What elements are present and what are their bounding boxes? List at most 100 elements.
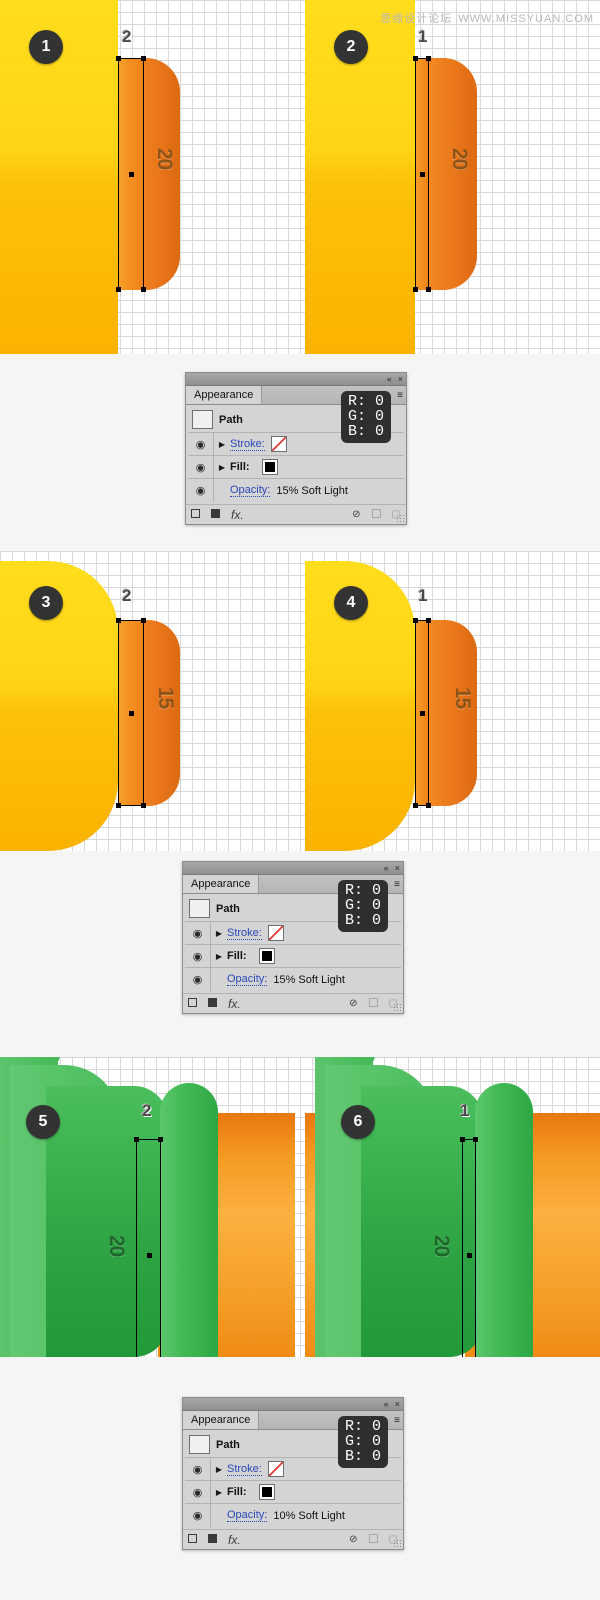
- collapse-icon[interactable]: «: [384, 863, 389, 873]
- collapse-icon[interactable]: «: [387, 374, 392, 384]
- opacity-label[interactable]: Opacity:: [230, 484, 271, 497]
- sel-anchor-center[interactable]: [129, 172, 134, 177]
- appearance-row-fill[interactable]: ◉ ▶ Fill:: [185, 1481, 401, 1504]
- eye-icon[interactable]: ◉: [185, 1504, 211, 1527]
- sel-anchor-bottom-left[interactable]: [116, 287, 121, 292]
- duplicate-item-icon[interactable]: [371, 508, 381, 521]
- duplicate-icon[interactable]: [208, 1533, 217, 1546]
- eye-icon[interactable]: ◉: [188, 456, 214, 478]
- tab-appearance[interactable]: Appearance: [186, 386, 263, 404]
- selection-bbox-1[interactable]: [116, 56, 146, 292]
- sel-anchor-top-left[interactable]: [116, 56, 121, 61]
- collapse-icon[interactable]: «: [384, 1399, 389, 1409]
- close-icon[interactable]: ×: [395, 1399, 400, 1409]
- opacity-label[interactable]: Opacity:: [227, 973, 268, 986]
- sel-anchor-top-right[interactable]: [141, 618, 146, 623]
- stroke-label[interactable]: Stroke:: [227, 927, 262, 940]
- clear-appearance-icon[interactable]: ⊘: [349, 1534, 357, 1545]
- sel-anchor-top-right[interactable]: [158, 1137, 163, 1142]
- duplicate-item-icon[interactable]: [368, 1533, 378, 1546]
- disclosure-triangle-icon[interactable]: ▶: [211, 1465, 227, 1474]
- sel-anchor-bottom-right[interactable]: [426, 287, 431, 292]
- eye-icon[interactable]: ◉: [185, 945, 211, 967]
- panel-titlebar[interactable]: « ×: [186, 373, 406, 386]
- eye-icon[interactable]: ◉: [185, 968, 211, 991]
- sel-anchor-center[interactable]: [467, 1252, 472, 1258]
- fx-icon[interactable]: fx.: [231, 509, 244, 521]
- eye-icon[interactable]: ◉: [185, 922, 211, 944]
- selection-bbox-3[interactable]: [116, 618, 146, 808]
- sel-anchor-center[interactable]: [420, 172, 425, 177]
- duplicate-item-icon[interactable]: [368, 997, 378, 1010]
- panel-resize-grip[interactable]: [396, 514, 405, 523]
- selection-bbox-4[interactable]: [413, 618, 431, 808]
- sel-anchor-bottom-right[interactable]: [141, 803, 146, 808]
- duplicate-icon[interactable]: [211, 508, 220, 521]
- tab-appearance[interactable]: Appearance: [183, 875, 260, 893]
- fill-swatch[interactable]: [261, 459, 278, 475]
- panel-menu-icon[interactable]: ≡: [397, 386, 406, 404]
- fill-swatch[interactable]: [258, 948, 275, 964]
- selection-bbox-5[interactable]: [134, 1137, 163, 1357]
- sel-anchor-bottom-left[interactable]: [413, 287, 418, 292]
- stroke-swatch[interactable]: [267, 1461, 284, 1477]
- sel-anchor-bottom-left[interactable]: [413, 803, 418, 808]
- eye-icon[interactable]: ◉: [188, 479, 214, 502]
- panel-titlebar[interactable]: « ×: [183, 862, 403, 875]
- disclosure-triangle-icon[interactable]: ▶: [214, 440, 230, 449]
- clear-appearance-icon[interactable]: ⊘: [349, 998, 357, 1009]
- sel-anchor-top-left[interactable]: [413, 618, 418, 623]
- sel-anchor-top-left[interactable]: [134, 1137, 139, 1142]
- sel-anchor-center[interactable]: [146, 1252, 152, 1258]
- appearance-row-opacity[interactable]: ◉ Opacity: 15% Soft Light: [188, 479, 404, 502]
- appearance-panel-2[interactable]: « × Appearance ≡ Path ◉ ▶ Stroke: ◉ ▶ Fi…: [182, 861, 404, 1014]
- panel-titlebar[interactable]: « ×: [183, 1398, 403, 1411]
- appearance-row-opacity[interactable]: ◉ Opacity: 15% Soft Light: [185, 968, 401, 991]
- stroke-swatch[interactable]: [270, 436, 287, 452]
- sel-anchor-top-left[interactable]: [413, 56, 418, 61]
- fill-swatch[interactable]: [258, 1484, 275, 1500]
- eye-icon[interactable]: ◉: [185, 1481, 211, 1503]
- panel-menu-icon[interactable]: ≡: [394, 1411, 403, 1429]
- opacity-label[interactable]: Opacity:: [227, 1509, 268, 1522]
- sel-anchor-top-right[interactable]: [426, 56, 431, 61]
- selection-bbox-6[interactable]: [460, 1137, 478, 1357]
- panel-resize-grip[interactable]: [393, 1539, 402, 1548]
- stroke-label[interactable]: Stroke:: [230, 438, 265, 451]
- stroke-label[interactable]: Stroke:: [227, 1463, 262, 1476]
- sel-anchor-bottom-right[interactable]: [141, 287, 146, 292]
- close-icon[interactable]: ×: [395, 863, 400, 873]
- sel-anchor-center[interactable]: [420, 711, 425, 716]
- disclosure-triangle-icon[interactable]: ▶: [211, 952, 227, 961]
- clear-appearance-icon[interactable]: ⊘: [352, 509, 360, 520]
- sel-anchor-bottom-right[interactable]: [426, 803, 431, 808]
- panel-menu-icon[interactable]: ≡: [394, 875, 403, 893]
- sel-anchor-top-left[interactable]: [116, 618, 121, 623]
- selection-bbox-2[interactable]: [413, 56, 431, 292]
- sel-anchor-center[interactable]: [129, 711, 134, 716]
- panel-resize-grip[interactable]: [393, 1003, 402, 1012]
- appearance-row-fill[interactable]: ◉ ▶ Fill:: [188, 456, 404, 479]
- eye-icon[interactable]: ◉: [185, 1458, 211, 1480]
- fx-icon[interactable]: fx.: [228, 1534, 241, 1546]
- new-art-icon[interactable]: [188, 997, 197, 1010]
- sel-anchor-top-left[interactable]: [460, 1137, 465, 1142]
- new-art-icon[interactable]: [191, 508, 200, 521]
- appearance-row-fill[interactable]: ◉ ▶ Fill:: [185, 945, 401, 968]
- appearance-row-opacity[interactable]: ◉ Opacity: 10% Soft Light: [185, 1504, 401, 1527]
- sel-anchor-top-right[interactable]: [473, 1137, 478, 1142]
- stroke-swatch[interactable]: [267, 925, 284, 941]
- disclosure-triangle-icon[interactable]: ▶: [214, 463, 230, 472]
- appearance-panel-3[interactable]: « × Appearance ≡ Path ◉ ▶ Stroke: ◉ ▶ Fi…: [182, 1397, 404, 1550]
- disclosure-triangle-icon[interactable]: ▶: [211, 929, 227, 938]
- appearance-panel-1[interactable]: « × Appearance ≡ Path ◉ ▶ Stroke: ◉ ▶ Fi…: [185, 372, 407, 525]
- duplicate-icon[interactable]: [208, 997, 217, 1010]
- sel-anchor-bottom-left[interactable]: [116, 803, 121, 808]
- eye-icon[interactable]: ◉: [188, 433, 214, 455]
- tab-appearance[interactable]: Appearance: [183, 1411, 260, 1429]
- sel-anchor-top-right[interactable]: [141, 56, 146, 61]
- disclosure-triangle-icon[interactable]: ▶: [211, 1488, 227, 1497]
- new-art-icon[interactable]: [188, 1533, 197, 1546]
- fx-icon[interactable]: fx.: [228, 998, 241, 1010]
- sel-anchor-top-right[interactable]: [426, 618, 431, 623]
